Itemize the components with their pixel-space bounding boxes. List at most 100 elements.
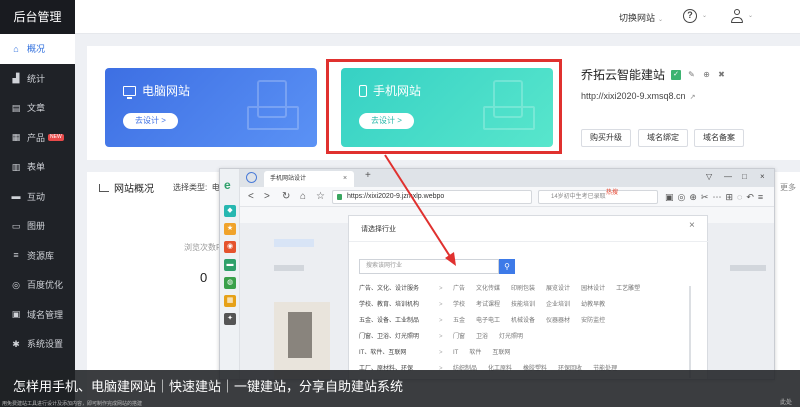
seo-icon: ◎ xyxy=(12,279,20,290)
industry-option[interactable]: 机械设备 xyxy=(511,316,535,326)
type-filter[interactable]: 选择类型: 电 xyxy=(173,182,220,193)
industry-option[interactable]: 安防监控 xyxy=(581,316,605,326)
bookmark-icon[interactable]: ☆ xyxy=(316,191,325,203)
chevron-right-icon: > xyxy=(439,334,443,340)
top-header: 切换网站 ⌄ ? ⌄ ⌄ xyxy=(75,0,800,34)
new-tab-icon[interactable]: + xyxy=(365,170,371,181)
lock-icon xyxy=(337,194,342,200)
industry-option[interactable]: 企业培训 xyxy=(546,300,570,310)
chevron-right-icon: > xyxy=(439,286,443,292)
window-close-icon[interactable]: × xyxy=(760,172,765,181)
browser-page: 请选择行业 × 搜索该网行业 ⚲ 广告、文化、设计服务 > 广告 文化传媒 印刷包装 展览… xyxy=(240,207,774,379)
side-app-6-icon[interactable]: ▦ xyxy=(224,295,236,307)
side-app-3-icon[interactable]: ◉ xyxy=(224,241,236,253)
sidebar-item-1[interactable]: ▟ 统计 xyxy=(0,64,75,94)
browser-menu-icon[interactable] xyxy=(246,172,257,183)
industry-option[interactable]: 广告 xyxy=(453,284,465,294)
industry-option[interactable]: 互联网 xyxy=(492,348,510,358)
industry-option[interactable]: 展览设计 xyxy=(546,284,570,294)
industry-category[interactable]: 学校、教育、培训机构 xyxy=(359,300,439,310)
side-app-7-icon[interactable]: ✦ xyxy=(224,313,236,325)
reload-icon[interactable]: ↻ xyxy=(282,191,290,203)
device-illustration-icon xyxy=(247,80,303,134)
modal-scrollbar[interactable] xyxy=(689,286,691,378)
browser-search-input[interactable]: 14岁初中生考已录取 xyxy=(538,190,658,204)
sidebar-item-0[interactable]: ⌂ 概况 xyxy=(0,34,75,64)
side-app-4-icon[interactable]: ▬ xyxy=(224,259,236,271)
industry-option[interactable]: 仪器器材 xyxy=(546,316,570,326)
industry-category[interactable]: IT、软件、互联网 xyxy=(359,348,439,358)
more-link[interactable]: 更多 xyxy=(780,182,796,193)
switch-site-button[interactable]: 切换网站 ⌄ xyxy=(619,11,663,24)
browser-address-bar: < > ↻ ⌂ ☆ https://xixi2020-9.jzmxlp.webp… xyxy=(240,187,774,207)
industry-option[interactable]: 幼教早教 xyxy=(581,300,605,310)
close-icon[interactable]: × xyxy=(689,220,695,231)
industry-category[interactable]: 广告、文化、设计服务 xyxy=(359,284,439,294)
industry-option[interactable]: 门窗 xyxy=(453,332,465,342)
hot-search-badge[interactable]: 热搜 xyxy=(606,189,618,198)
sidebar-item-6[interactable]: ▭ 图册 xyxy=(0,211,75,241)
industry-option[interactable]: 印刷包装 xyxy=(511,284,535,294)
side-app-2-icon[interactable]: ★ xyxy=(224,223,236,235)
bind-domain-button[interactable]: 域名绑定 xyxy=(638,129,688,147)
industry-option[interactable]: 卫浴 xyxy=(476,332,488,342)
sidebar-item-10[interactable]: ✱ 系统设置 xyxy=(0,329,75,359)
pc-design-button[interactable]: 去设计 > xyxy=(123,113,178,129)
industry-option[interactable]: 学校 xyxy=(453,300,465,310)
industry-option[interactable]: 园林设计 xyxy=(581,284,605,294)
url-input[interactable]: https://xixi2020-9.jzmxlp.webpo xyxy=(332,190,532,204)
industry-search-placeholder: 搜索该网行业 xyxy=(366,263,403,269)
article-icon: ▤ xyxy=(11,102,21,113)
sidebar-item-8[interactable]: ◎ 百度优化 xyxy=(0,270,75,300)
search-icon[interactable]: ⚲ xyxy=(499,259,515,274)
industry-row: IT、软件、互联网 > IT 软件 互联网 xyxy=(359,348,521,358)
verified-badge-icon: ✓ xyxy=(671,69,682,80)
user-icon[interactable] xyxy=(730,9,744,24)
chevron-down-icon: ⌄ xyxy=(658,17,664,23)
industry-option[interactable]: 电子电工 xyxy=(476,316,500,326)
sidebar-item-2[interactable]: ▤ 文章 xyxy=(0,93,75,123)
industry-option[interactable]: 工艺雕塑 xyxy=(616,284,640,294)
industry-option[interactable]: IT xyxy=(453,348,458,358)
sidebar-item-label: 产品 xyxy=(27,132,46,143)
edit-icon[interactable]: ✎ xyxy=(687,70,696,79)
upgrade-button[interactable]: 购买升级 xyxy=(581,129,631,147)
tab-list-icon[interactable]: ▽ xyxy=(706,172,712,181)
industry-option[interactable]: 灯光照明 xyxy=(499,332,523,342)
industry-category[interactable]: 五金、设备、工业制品 xyxy=(359,316,439,326)
industry-option[interactable]: 文化传媒 xyxy=(476,284,500,294)
sidebar-item-7[interactable]: ≡ 资源库 xyxy=(0,241,75,271)
sidebar: 后台管理 ⌂ 概况 ▟ 统计 ▤ 文章 ▦ 产品 NEW ▥ 表单 ▬ 互动 ▭ 图册 ≡ 资源库 ◎ 百度优化 ▣ 域… xyxy=(0,0,75,407)
sidebar-item-9[interactable]: ▣ 域名管理 xyxy=(0,300,75,330)
browser-toolbar-icons[interactable]: ▣◎⊕✂⋯⊞◌↶≡ xyxy=(665,191,767,203)
industry-category[interactable]: 门窗、卫浴、灯光照明 xyxy=(359,332,439,342)
side-app-1-icon[interactable]: ◆ xyxy=(224,205,236,217)
help-icon[interactable]: ? xyxy=(683,9,697,23)
delete-icon[interactable]: ✖ xyxy=(717,70,726,79)
industry-option[interactable]: 软件 xyxy=(469,348,481,358)
database-icon: ≡ xyxy=(13,250,19,261)
industry-option[interactable]: 五金 xyxy=(453,316,465,326)
sidebar-item-label: 百度优化 xyxy=(27,280,64,291)
site-url[interactable]: http://xixi2020-9.xmsq8.cn ↗ xyxy=(581,91,695,101)
caption-subtext: 用免费建站工具进行设计及添加内容，即可制作完成网站的搭建 xyxy=(2,401,143,407)
sidebar-item-3[interactable]: ▦ 产品 NEW xyxy=(0,123,75,153)
minimize-icon[interactable]: — xyxy=(724,172,732,181)
sidebar-item-5[interactable]: ▬ 互动 xyxy=(0,182,75,212)
industry-search-input[interactable]: 搜索该网行业 xyxy=(359,259,499,274)
industry-option[interactable]: 考试课程 xyxy=(476,300,500,310)
domain-filing-button[interactable]: 域名备案 xyxy=(694,129,744,147)
maximize-icon[interactable]: □ xyxy=(742,172,747,181)
forward-icon[interactable]: > xyxy=(264,191,270,203)
external-link-icon[interactable]: ↗ xyxy=(690,94,696,101)
sidebar-item-4[interactable]: ▥ 表单 xyxy=(0,152,75,182)
chart-icon: ▟ xyxy=(12,73,20,84)
pc-site-card[interactable]: 电脑网站 去设计 > xyxy=(105,68,317,147)
side-app-5-icon[interactable]: ◍ xyxy=(224,277,236,289)
browser-tab[interactable]: 手机网站设计 xyxy=(264,171,354,187)
industry-option[interactable]: 技能培训 xyxy=(511,300,535,310)
tab-close-icon[interactable]: × xyxy=(343,171,347,187)
back-icon[interactable]: < xyxy=(248,191,254,203)
add-icon[interactable]: ⊕ xyxy=(702,70,711,79)
home-icon[interactable]: ⌂ xyxy=(300,191,306,203)
